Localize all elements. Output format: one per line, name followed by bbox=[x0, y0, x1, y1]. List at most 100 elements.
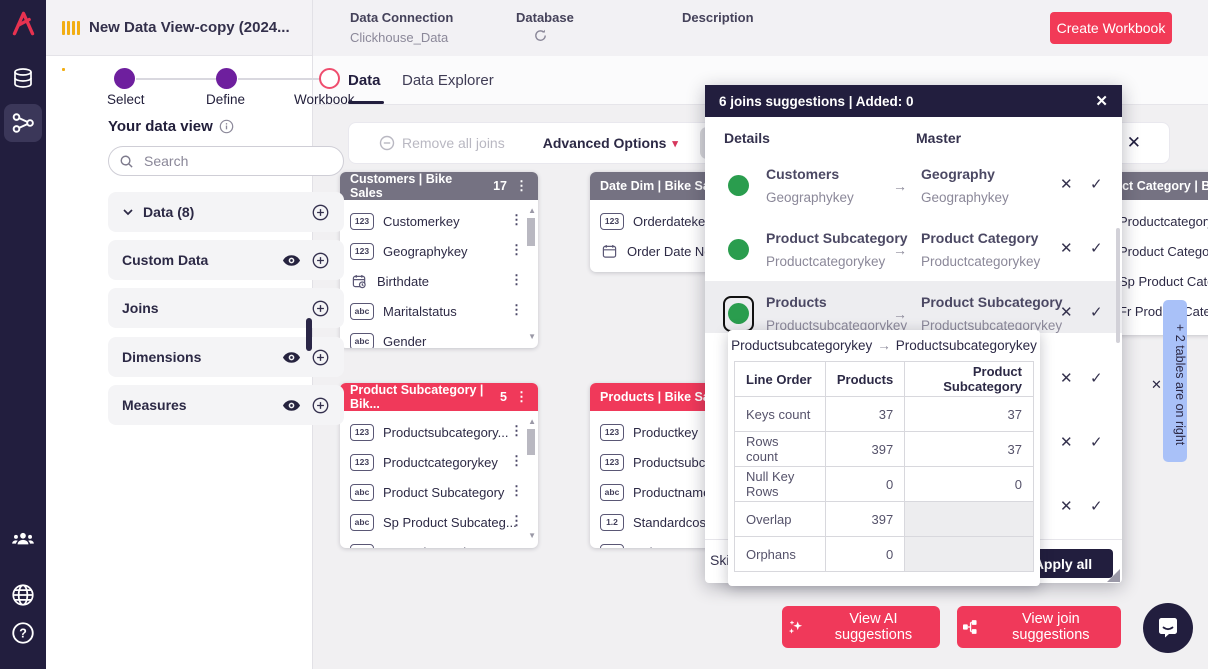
tables-on-right-badge[interactable]: + 2 tables are on right ✕ bbox=[1163, 300, 1187, 462]
step-define-dot[interactable] bbox=[216, 68, 237, 89]
database-icon[interactable] bbox=[0, 66, 46, 90]
field-label: Gender bbox=[383, 334, 426, 349]
app-logo-icon[interactable] bbox=[0, 10, 46, 37]
button-label: View AI suggestions bbox=[813, 611, 934, 643]
field-row[interactable]: 1.2 Standardcost bbox=[600, 507, 710, 537]
connection-value: Clickhouse_Data bbox=[350, 30, 448, 45]
modal-header[interactable]: 6 joins suggestions | Added: 0 ✕ bbox=[705, 85, 1122, 117]
close-join-view-icon[interactable]: ✕ bbox=[1127, 133, 1141, 153]
card-scrollbar[interactable] bbox=[527, 218, 535, 246]
field-row[interactable]: 123 Orderdatekey bbox=[600, 206, 712, 236]
field-row[interactable]: abc Product Subcategory bbox=[350, 477, 504, 507]
eye-icon[interactable] bbox=[282, 351, 301, 364]
scroll-down-icon[interactable]: ▼ bbox=[528, 531, 536, 540]
field-row[interactable]: abc Color bbox=[600, 537, 664, 548]
info-icon[interactable] bbox=[219, 119, 234, 134]
join-stats-table: Line Order Products Product Subcategory … bbox=[734, 361, 1034, 572]
card-scrollbar[interactable] bbox=[527, 429, 535, 455]
add-icon[interactable] bbox=[311, 396, 330, 415]
search-box[interactable] bbox=[108, 146, 344, 176]
tab-data[interactable]: Data bbox=[348, 72, 381, 89]
accept-join-icon[interactable]: ✓ bbox=[1090, 433, 1103, 451]
panel-scrollbar[interactable] bbox=[306, 318, 312, 351]
field-kebab-icon[interactable]: ⋮ bbox=[510, 242, 523, 258]
modal-scrollbar[interactable] bbox=[1116, 228, 1120, 343]
arrow-icon: → bbox=[893, 178, 907, 194]
field-row[interactable]: abc Gender bbox=[350, 326, 426, 348]
view-ai-suggestions-button[interactable]: View AI suggestions bbox=[782, 606, 940, 648]
kebab-menu-icon[interactable]: ⋮ bbox=[515, 389, 528, 405]
field-kebab-icon[interactable]: ⋮ bbox=[510, 302, 523, 318]
refresh-icon[interactable] bbox=[533, 28, 548, 43]
dataview-icon bbox=[62, 20, 80, 35]
add-icon[interactable] bbox=[311, 299, 330, 318]
field-kebab-icon[interactable]: ⋮ bbox=[510, 453, 523, 469]
field-kebab-icon[interactable]: ⋮ bbox=[510, 272, 523, 288]
field-kebab-icon[interactable]: ⋮ bbox=[510, 483, 523, 499]
section-label: Measures bbox=[122, 397, 187, 413]
sidebar-item-custom-data[interactable]: Custom Data bbox=[108, 240, 344, 280]
field-row[interactable]: Order Date New bbox=[600, 236, 721, 266]
field-kebab-icon[interactable]: ⋮ bbox=[510, 423, 523, 439]
field-row[interactable]: 123 Customerkey bbox=[350, 206, 460, 236]
tab-data-explorer[interactable]: Data Explorer bbox=[402, 72, 494, 89]
field-row[interactable]: 123 Productcategorykey bbox=[350, 447, 498, 477]
modal-close-icon[interactable]: ✕ bbox=[1095, 92, 1108, 110]
field-row[interactable]: abc Maritalstatus bbox=[350, 296, 457, 326]
eye-icon[interactable] bbox=[282, 399, 301, 412]
scroll-down-icon[interactable]: ▼ bbox=[528, 332, 536, 341]
data-model-nav-active[interactable] bbox=[4, 104, 42, 142]
sidebar-item-measures[interactable]: Measures bbox=[108, 385, 344, 425]
view-join-suggestions-button[interactable]: View join suggestions bbox=[957, 606, 1121, 648]
badge-close-icon[interactable]: ✕ bbox=[1150, 378, 1165, 393]
button-label: View join suggestions bbox=[987, 611, 1115, 643]
accept-join-icon[interactable]: ✓ bbox=[1090, 175, 1103, 193]
remove-all-joins-button[interactable]: Remove all joins bbox=[379, 135, 505, 151]
chevron-down-icon[interactable] bbox=[122, 206, 134, 218]
field-row[interactable]: 123 Productkey bbox=[600, 417, 698, 447]
field-row[interactable]: abc Sp Product Subcateg... bbox=[350, 507, 517, 537]
reject-join-icon[interactable]: ✕ bbox=[1060, 175, 1073, 193]
create-workbook-button[interactable]: Create Workbook bbox=[1050, 12, 1172, 44]
reject-join-icon[interactable]: ✕ bbox=[1060, 433, 1073, 451]
data-view-header[interactable]: New Data View-copy (2024... bbox=[46, 0, 312, 56]
accept-join-icon[interactable]: ✓ bbox=[1090, 303, 1103, 321]
field-row[interactable]: abc Productname bbox=[600, 477, 710, 507]
accept-join-icon[interactable]: ✓ bbox=[1090, 497, 1103, 515]
table-card-customers[interactable]: Customers | Bike Sales 17 ⋮ 123 Customer… bbox=[340, 172, 538, 348]
field-kebab-icon[interactable]: ⋮ bbox=[510, 513, 523, 529]
add-icon[interactable] bbox=[311, 251, 330, 270]
card-header[interactable]: Product Subcategory | Bik... 5 ⋮ bbox=[340, 383, 538, 411]
table-card-product-subcategory[interactable]: Product Subcategory | Bik... 5 ⋮ 123 Pro… bbox=[340, 383, 538, 548]
sidebar-item-data[interactable]: Data (8) bbox=[108, 192, 344, 232]
globe-icon[interactable] bbox=[0, 582, 46, 608]
detail-table: Products bbox=[766, 294, 827, 310]
card-header[interactable]: Customers | Bike Sales 17 ⋮ bbox=[340, 172, 538, 200]
chat-launcher[interactable] bbox=[1143, 603, 1193, 653]
field-kebab-icon[interactable]: ⋮ bbox=[510, 212, 523, 228]
field-row[interactable]: 123 Geographykey bbox=[350, 236, 468, 266]
section-label: Data (8) bbox=[143, 204, 194, 220]
reject-join-icon[interactable]: ✕ bbox=[1060, 239, 1073, 257]
step-workbook-dot[interactable] bbox=[319, 68, 340, 89]
reject-join-icon[interactable]: ✕ bbox=[1060, 369, 1073, 387]
help-icon[interactable]: ? bbox=[0, 620, 46, 646]
scroll-up-icon[interactable]: ▲ bbox=[528, 417, 536, 426]
reject-join-icon[interactable]: ✕ bbox=[1060, 303, 1073, 321]
accept-join-icon[interactable]: ✓ bbox=[1090, 239, 1103, 257]
search-input[interactable] bbox=[142, 152, 333, 170]
advanced-options-dropdown[interactable]: Advanced Options ▾ bbox=[543, 135, 678, 151]
scroll-up-icon[interactable]: ▲ bbox=[528, 206, 536, 215]
add-icon[interactable] bbox=[311, 348, 330, 367]
resize-handle[interactable] bbox=[1107, 569, 1120, 582]
eye-icon[interactable] bbox=[282, 254, 301, 267]
step-select-dot[interactable] bbox=[114, 68, 135, 89]
add-icon[interactable] bbox=[311, 203, 330, 222]
field-row[interactable]: Birthdate bbox=[350, 266, 429, 296]
field-row[interactable]: abc Fr Product Subcateg... bbox=[350, 537, 513, 548]
reject-join-icon[interactable]: ✕ bbox=[1060, 497, 1073, 515]
kebab-menu-icon[interactable]: ⋮ bbox=[515, 178, 528, 194]
accept-join-icon[interactable]: ✓ bbox=[1090, 369, 1103, 387]
community-icon[interactable] bbox=[0, 526, 46, 552]
field-row[interactable]: 123 Productsubcategory... bbox=[350, 417, 509, 447]
